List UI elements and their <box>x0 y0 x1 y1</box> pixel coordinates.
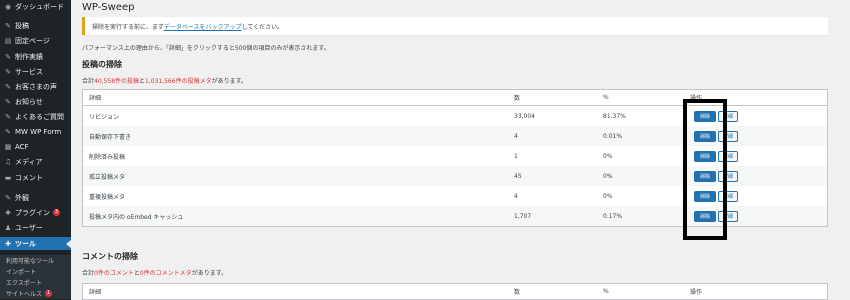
submenu-item-site-health[interactable]: サイトヘルス 1 <box>0 288 71 299</box>
row-count: 1,707 <box>514 212 532 220</box>
highlight-annotation-box <box>683 99 727 240</box>
sidebar-item-testimonials[interactable]: ✎ お客さまの声 <box>0 80 71 93</box>
sidebar-item-mw-wp-form[interactable]: ✎ MW WP Form <box>0 125 71 138</box>
row-count: 45 <box>514 172 522 180</box>
backup-database-link[interactable]: データベースをバックアップ <box>164 22 242 31</box>
header-percent: % <box>603 94 609 101</box>
media-icon: ♫ <box>4 157 12 166</box>
performance-info: パフォーマンス上の理由から、「詳細」をクリックすると500個の項目のみが表示され… <box>82 45 330 52</box>
pin-icon: ✎ <box>5 97 11 106</box>
table-header-row: 詳細 数 % 操作 <box>83 284 827 300</box>
row-details: 削除済み投稿 <box>89 153 126 161</box>
sidebar-item-media[interactable]: ♫ メディア <box>0 155 71 168</box>
page-title: WP-Sweep <box>82 2 135 13</box>
posts-section-title: 投稿の掃除 <box>82 60 122 69</box>
row-details: リビジョン <box>89 113 120 121</box>
comments-section-title: コメントの掃除 <box>82 252 138 261</box>
site-health-badge: 1 <box>45 290 53 297</box>
row-percent: 0.01% <box>603 132 623 140</box>
header-details: 詳細 <box>89 95 102 102</box>
header-action: 操作 <box>690 289 703 296</box>
row-percent: 0.17% <box>603 212 623 220</box>
comments-summary: 合計0件のコメントと0件のコメントメタがあります。 <box>82 270 228 277</box>
pin-icon: ✎ <box>5 52 11 61</box>
acf-icon: ▦ <box>4 142 12 151</box>
pin-icon: ✎ <box>5 21 11 30</box>
submenu-item-export[interactable]: エクスポート <box>0 277 71 288</box>
pin-icon: ✎ <box>5 112 11 121</box>
sidebar-item-acf[interactable]: ▦ ACF <box>0 140 71 153</box>
pin-icon: ✎ <box>5 67 11 76</box>
row-count: 1 <box>514 152 518 160</box>
backup-notice: 掃除を実行する前に、まず データベースをバックアップ してください。 <box>82 17 828 35</box>
user-icon: ♟ <box>4 223 12 232</box>
row-details: 重複投稿メタ <box>89 193 126 201</box>
dashboard-icon: ◉ <box>4 2 12 11</box>
sidebar-item-news[interactable]: ✎ お知らせ <box>0 95 71 108</box>
submenu-item-available-tools[interactable]: 利用可能なツール <box>0 255 71 266</box>
sidebar-item-services[interactable]: ✎ サービス <box>0 65 71 78</box>
pin-icon: ✎ <box>5 82 11 91</box>
row-count: 4 <box>514 192 518 200</box>
sidebar-item-tools[interactable]: ✚ ツール <box>0 237 71 250</box>
sidebar-item-faq[interactable]: ✎ よくあるご質問 <box>0 110 71 123</box>
sidebar-item-users[interactable]: ♟ ユーザー <box>0 221 71 234</box>
row-details: 投稿メタ内の oEmbed キャッシュ <box>89 213 184 221</box>
row-count: 33,004 <box>514 112 535 120</box>
row-percent: 81.37% <box>603 112 626 120</box>
posts-summary: 合計40,558件の投稿と1,031,566件の投稿メタがあります。 <box>82 78 247 85</box>
row-details: 自動保存下書き <box>89 133 132 141</box>
sidebar-item-posts[interactable]: ✎ 投稿 <box>0 19 71 32</box>
tool-icon: ✚ <box>5 239 11 248</box>
appearance-icon: ✎ <box>5 193 11 202</box>
header-count: 数 <box>514 289 521 296</box>
row-details: 孤立投稿メタ <box>89 173 126 181</box>
sidebar-item-dashboard[interactable]: ◉ ダッシュボード <box>0 0 71 13</box>
row-percent: 0% <box>603 172 613 180</box>
row-percent: 0% <box>603 152 613 160</box>
sidebar-item-pages[interactable]: ▤ 固定ページ <box>0 34 71 47</box>
update-count-badge: 3 <box>53 209 60 216</box>
row-percent: 0% <box>603 192 613 200</box>
admin-sidebar: ◉ ダッシュボード ✎ 投稿 ▤ 固定ページ ✎ 制作実績 ✎ サービス ✎ お客さまの声 … <box>0 0 71 300</box>
submenu-item-import[interactable]: インポート <box>0 266 71 277</box>
comment-icon: ▬ <box>4 173 12 182</box>
pin-icon: ✎ <box>5 127 11 136</box>
header-percent: % <box>603 288 609 295</box>
main-content: WP-Sweep 掃除を実行する前に、まず データベースをバックアップ してください… <box>71 0 850 300</box>
sidebar-item-works[interactable]: ✎ 制作実績 <box>0 50 71 63</box>
comments-sweep-table: 詳細 数 % 操作 <box>82 283 828 300</box>
row-count: 4 <box>514 132 518 140</box>
header-count: 数 <box>514 95 521 102</box>
sidebar-item-plugins[interactable]: ✚ プラグイン 3 <box>0 206 71 219</box>
plugin-icon: ✚ <box>5 208 11 217</box>
header-details: 詳細 <box>89 289 102 296</box>
sidebar-item-comments[interactable]: ▬ コメント <box>0 171 71 184</box>
sidebar-item-appearance[interactable]: ✎ 外観 <box>0 191 71 204</box>
page-icon: ▤ <box>4 36 12 45</box>
